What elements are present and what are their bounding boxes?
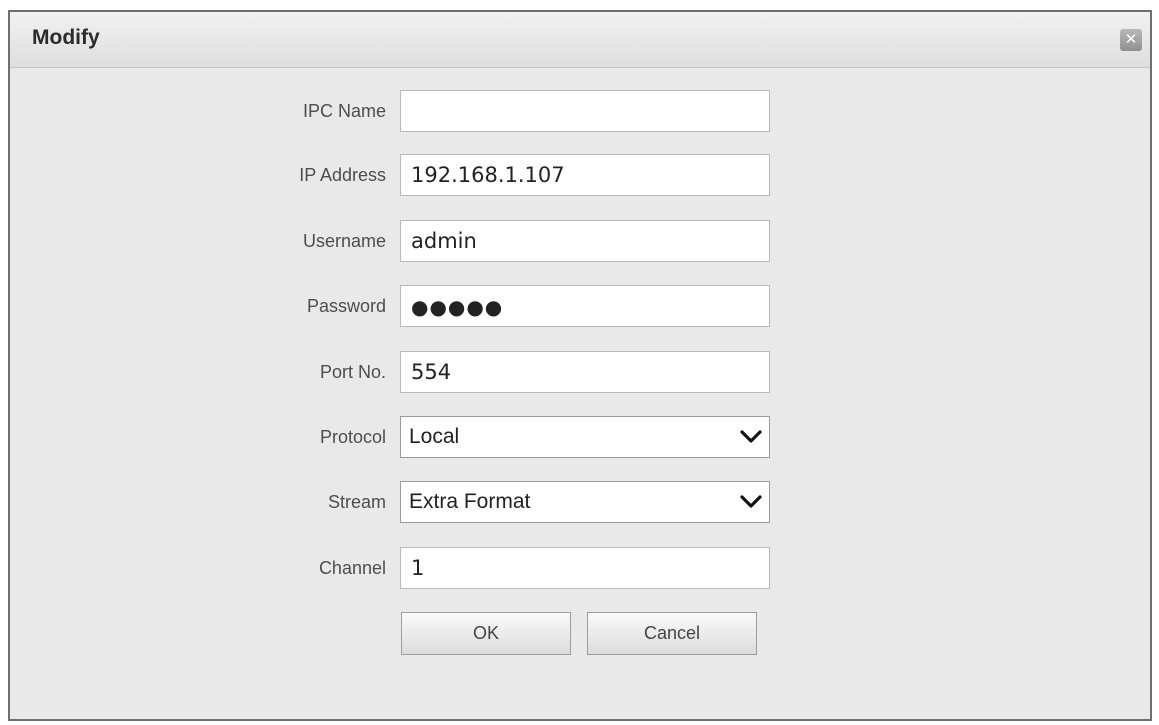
password-input[interactable]: ●●●●● bbox=[400, 285, 770, 327]
ipc-name-input[interactable] bbox=[400, 90, 770, 132]
row-buttons: OK Cancel bbox=[10, 612, 1150, 655]
stream-select[interactable]: Extra Format bbox=[400, 481, 770, 523]
row-stream: Stream Extra Format bbox=[10, 481, 1150, 523]
stream-label: Stream bbox=[327, 492, 386, 512]
row-ip-address: IP Address bbox=[10, 154, 1150, 196]
ok-button[interactable]: OK bbox=[401, 612, 571, 655]
channel-input[interactable] bbox=[400, 547, 770, 589]
stream-selected-value: Extra Format bbox=[409, 490, 531, 513]
cancel-button[interactable]: Cancel bbox=[587, 612, 757, 655]
ipc-name-label: IPC Name bbox=[302, 101, 386, 121]
row-protocol: Protocol Local bbox=[10, 416, 1150, 458]
password-label: Password bbox=[306, 296, 386, 316]
modify-dialog: Modify ✕ IPC Name IP Address Username Pa… bbox=[8, 10, 1152, 721]
row-port: Port No. bbox=[10, 351, 1150, 393]
port-input[interactable] bbox=[400, 351, 770, 393]
protocol-selected-value: Local bbox=[409, 425, 460, 448]
username-label: Username bbox=[302, 231, 386, 251]
protocol-select[interactable]: Local bbox=[400, 416, 770, 458]
protocol-label: Protocol bbox=[319, 427, 386, 447]
ip-address-input[interactable] bbox=[400, 154, 770, 196]
username-input[interactable] bbox=[400, 220, 770, 262]
row-channel: Channel bbox=[10, 547, 1150, 589]
row-password: Password ●●●●● bbox=[10, 285, 1150, 327]
channel-label: Channel bbox=[318, 558, 386, 578]
row-ipc-name: IPC Name bbox=[10, 90, 1150, 132]
ip-address-label: IP Address bbox=[299, 165, 386, 185]
modify-form: IPC Name IP Address Username Password ●●… bbox=[10, 12, 1150, 719]
chevron-down-icon bbox=[740, 495, 762, 508]
port-label: Port No. bbox=[319, 362, 386, 382]
chevron-down-icon bbox=[740, 430, 762, 443]
row-username: Username bbox=[10, 220, 1150, 262]
